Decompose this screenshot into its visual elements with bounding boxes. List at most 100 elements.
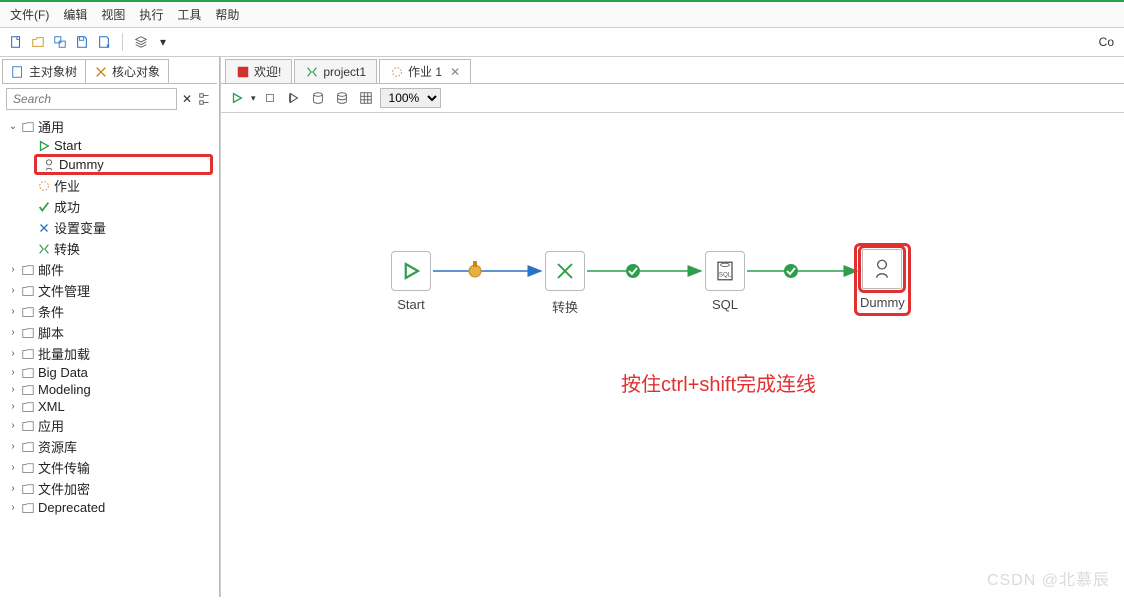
twisty-icon[interactable]: › [8, 264, 18, 275]
tab-core-objects[interactable]: 核心对象 [85, 59, 169, 83]
close-tab-icon[interactable]: ✕ [450, 65, 460, 79]
tree-node-category[interactable]: ›Big Data [6, 364, 213, 381]
document-tabs: 欢迎! project1 作业 1 ✕ [221, 57, 1124, 84]
tree-node-category[interactable]: ›条件 [6, 301, 213, 322]
twisty-icon[interactable]: › [8, 367, 18, 378]
twisty-icon[interactable]: › [8, 401, 18, 412]
canvas-area: 欢迎! project1 作业 1 ✕ ▾ 100% [220, 57, 1124, 597]
save-as-button[interactable] [94, 32, 114, 52]
menubar: 文件(F) 编辑 视图 执行 工具 帮助 [0, 0, 1124, 28]
dummy-icon [41, 158, 57, 172]
twisty-icon[interactable]: › [8, 483, 18, 494]
tree-node-category[interactable]: ›资源库 [6, 436, 213, 457]
folder-icon [20, 419, 36, 433]
canvas[interactable]: Start 转换 SQL SQL Dummy [221, 113, 1124, 597]
annotation-text: 按住ctrl+shift完成连线 [621, 368, 816, 397]
tree-item-label: 批量加载 [38, 344, 90, 363]
twisty-icon[interactable]: › [8, 384, 18, 395]
menu-help[interactable]: 帮助 [215, 6, 239, 23]
play-icon [36, 139, 52, 153]
flow-node-label: Dummy [860, 295, 905, 310]
new-file-button[interactable] [6, 32, 26, 52]
twisty-icon[interactable]: › [8, 462, 18, 473]
panel-tabs: 主对象树 核心对象 [2, 59, 217, 84]
tree-node-job[interactable]: 作业 [34, 175, 213, 196]
main-toolbar: ▾ Co [0, 28, 1124, 57]
dropdown-icon[interactable]: ▾ [153, 32, 173, 52]
tree-node-category[interactable]: › 批量加载 [6, 343, 213, 364]
flow-node-dummy[interactable]: Dummy [857, 246, 908, 313]
menu-run[interactable]: 执行 [139, 6, 163, 23]
flow-node-start[interactable]: Start [391, 251, 431, 312]
doc-tab-welcome[interactable]: 欢迎! [225, 59, 292, 83]
doc-tab-label: 欢迎! [254, 63, 281, 80]
tree-node-category[interactable]: › 脚本 [6, 322, 213, 343]
transform-node-icon [545, 251, 585, 291]
tree-node-category[interactable]: › 文件加密 [6, 478, 213, 499]
tree-node-start[interactable]: Start [34, 137, 213, 154]
tree-item-label: 设置变量 [54, 218, 106, 237]
tree-item-label: 成功 [54, 197, 80, 216]
tree-node-general[interactable]: ⌄ 通用 [6, 116, 213, 137]
folder-icon [20, 305, 36, 319]
tab-main-tree[interactable]: 主对象树 [2, 59, 86, 83]
run-button[interactable] [227, 88, 247, 108]
save-button[interactable] [72, 32, 92, 52]
tree-node-category[interactable]: › 邮件 [6, 259, 213, 280]
folder-icon [20, 482, 36, 496]
tree-node-category[interactable]: ›应用 [6, 415, 213, 436]
explore-button[interactable] [50, 32, 70, 52]
tree-node-set-variable[interactable]: 设置变量 [34, 217, 213, 238]
expand-tree-button[interactable] [197, 89, 213, 109]
tree-node-success[interactable]: 成功 [34, 196, 213, 217]
sql-button[interactable] [308, 88, 328, 108]
menu-tools[interactable]: 工具 [177, 6, 201, 23]
tree-node-category[interactable]: › XML [6, 398, 213, 415]
stop-button[interactable] [260, 88, 280, 108]
doc-tab-project1[interactable]: project1 [294, 59, 377, 83]
tree-item-label: 转换 [54, 239, 80, 258]
db-button[interactable] [332, 88, 352, 108]
open-file-button[interactable] [28, 32, 48, 52]
menu-edit[interactable]: 编辑 [63, 6, 87, 23]
doc-tab-job1[interactable]: 作业 1 ✕ [379, 59, 471, 83]
tree-item-label: XML [38, 399, 65, 414]
tree-node-category[interactable]: ›Deprecated [6, 499, 213, 516]
menu-file[interactable]: 文件(F) [10, 6, 49, 23]
replay-button[interactable] [284, 88, 304, 108]
folder-icon [20, 461, 36, 475]
dummy-node-icon [862, 249, 902, 289]
flow-connections [221, 113, 1121, 613]
tree-item-label: 文件加密 [38, 479, 90, 498]
tree-node-dummy[interactable]: Dummy [34, 154, 213, 175]
grid-button[interactable] [356, 88, 376, 108]
folder-icon [20, 440, 36, 454]
twisty-icon[interactable]: › [8, 327, 18, 338]
twisty-icon[interactable]: › [8, 348, 18, 359]
tree-node-category[interactable]: ›Modeling [6, 381, 213, 398]
menu-view[interactable]: 视图 [101, 6, 125, 23]
sql-node-icon: SQL [705, 251, 745, 291]
twisty-icon[interactable]: › [8, 420, 18, 431]
dropdown-icon[interactable]: ▾ [251, 93, 256, 104]
layers-button[interactable] [131, 32, 151, 52]
flow-node-sql[interactable]: SQL SQL [705, 251, 745, 312]
flow-node-transform[interactable]: 转换 [545, 251, 585, 316]
folder-icon [20, 284, 36, 298]
twisty-icon[interactable]: › [8, 502, 18, 513]
clear-search-button[interactable]: ✕ [179, 89, 195, 109]
zoom-select[interactable]: 100% [380, 88, 441, 108]
tree-node-category[interactable]: › 文件传输 [6, 457, 213, 478]
tree-item-label: 邮件 [38, 260, 64, 279]
tree-node-transform[interactable]: 转换 [34, 238, 213, 259]
tree-item-label: 文件传输 [38, 458, 90, 477]
tree-item-label: 脚本 [38, 323, 64, 342]
twisty-icon[interactable]: › [8, 441, 18, 452]
twisty-icon[interactable]: › [8, 306, 18, 317]
tree-node-category[interactable]: ›文件管理 [6, 280, 213, 301]
folder-icon [20, 383, 36, 397]
twisty-icon[interactable]: ⌄ [8, 121, 18, 132]
twisty-icon[interactable]: › [8, 285, 18, 296]
tree-item-label: Start [54, 138, 81, 153]
search-input[interactable] [6, 88, 177, 110]
